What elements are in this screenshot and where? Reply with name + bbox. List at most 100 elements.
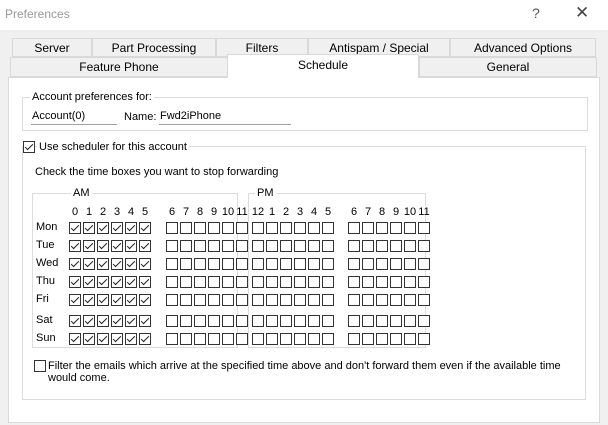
pm-hour-checkbox[interactable]: [348, 333, 360, 345]
pm-hour-checkbox[interactable]: [376, 315, 388, 327]
am-hour-checkbox[interactable]: [69, 240, 81, 252]
am-hour-checkbox[interactable]: [208, 258, 220, 270]
am-hour-checkbox[interactable]: [69, 294, 81, 306]
pm-hour-checkbox[interactable]: [266, 333, 278, 345]
am-hour-checkbox[interactable]: [97, 240, 109, 252]
pm-hour-checkbox[interactable]: [348, 258, 360, 270]
am-hour-checkbox[interactable]: [236, 222, 248, 234]
pm-hour-checkbox[interactable]: [348, 294, 360, 306]
am-hour-checkbox[interactable]: [111, 276, 123, 288]
pm-hour-checkbox[interactable]: [362, 222, 374, 234]
am-hour-checkbox[interactable]: [208, 294, 220, 306]
pm-hour-checkbox[interactable]: [418, 294, 430, 306]
am-hour-checkbox[interactable]: [166, 315, 178, 327]
am-hour-checkbox[interactable]: [125, 315, 137, 327]
am-hour-checkbox[interactable]: [83, 222, 95, 234]
am-hour-checkbox[interactable]: [97, 333, 109, 345]
am-hour-checkbox[interactable]: [166, 258, 178, 270]
am-hour-checkbox[interactable]: [69, 315, 81, 327]
am-hour-checkbox[interactable]: [194, 258, 206, 270]
am-hour-checkbox[interactable]: [180, 240, 192, 252]
use-scheduler-checkbox[interactable]: [23, 141, 35, 153]
tab-general[interactable]: General: [419, 57, 597, 77]
pm-hour-checkbox[interactable]: [322, 222, 334, 234]
pm-hour-checkbox[interactable]: [348, 222, 360, 234]
pm-hour-checkbox[interactable]: [308, 258, 320, 270]
use-scheduler-label[interactable]: Use scheduler for this account: [37, 141, 189, 153]
pm-hour-checkbox[interactable]: [322, 258, 334, 270]
am-hour-checkbox[interactable]: [208, 333, 220, 345]
am-hour-checkbox[interactable]: [111, 294, 123, 306]
pm-hour-checkbox[interactable]: [308, 333, 320, 345]
pm-hour-checkbox[interactable]: [308, 240, 320, 252]
pm-hour-checkbox[interactable]: [322, 333, 334, 345]
pm-hour-checkbox[interactable]: [252, 258, 264, 270]
pm-hour-checkbox[interactable]: [252, 276, 264, 288]
pm-hour-checkbox[interactable]: [322, 240, 334, 252]
pm-hour-checkbox[interactable]: [362, 240, 374, 252]
help-button[interactable]: ?: [532, 5, 540, 21]
pm-hour-checkbox[interactable]: [308, 294, 320, 306]
pm-hour-checkbox[interactable]: [390, 333, 402, 345]
am-hour-checkbox[interactable]: [236, 315, 248, 327]
am-hour-checkbox[interactable]: [139, 315, 151, 327]
pm-hour-checkbox[interactable]: [376, 294, 388, 306]
am-hour-checkbox[interactable]: [97, 315, 109, 327]
am-hour-checkbox[interactable]: [208, 222, 220, 234]
am-hour-checkbox[interactable]: [125, 258, 137, 270]
pm-hour-checkbox[interactable]: [294, 222, 306, 234]
pm-hour-checkbox[interactable]: [252, 294, 264, 306]
am-hour-checkbox[interactable]: [222, 240, 234, 252]
pm-hour-checkbox[interactable]: [294, 294, 306, 306]
pm-hour-checkbox[interactable]: [390, 315, 402, 327]
pm-hour-checkbox[interactable]: [266, 294, 278, 306]
pm-hour-checkbox[interactable]: [322, 294, 334, 306]
am-hour-checkbox[interactable]: [97, 258, 109, 270]
am-hour-checkbox[interactable]: [83, 294, 95, 306]
pm-hour-checkbox[interactable]: [418, 258, 430, 270]
am-hour-checkbox[interactable]: [194, 276, 206, 288]
pm-hour-checkbox[interactable]: [252, 315, 264, 327]
pm-hour-checkbox[interactable]: [418, 276, 430, 288]
pm-hour-checkbox[interactable]: [252, 222, 264, 234]
pm-hour-checkbox[interactable]: [362, 276, 374, 288]
am-hour-checkbox[interactable]: [111, 222, 123, 234]
am-hour-checkbox[interactable]: [222, 276, 234, 288]
pm-hour-checkbox[interactable]: [266, 258, 278, 270]
am-hour-checkbox[interactable]: [236, 240, 248, 252]
am-hour-checkbox[interactable]: [111, 333, 123, 345]
pm-hour-checkbox[interactable]: [404, 294, 416, 306]
am-hour-checkbox[interactable]: [139, 222, 151, 234]
pm-hour-checkbox[interactable]: [362, 294, 374, 306]
am-hour-checkbox[interactable]: [69, 258, 81, 270]
am-hour-checkbox[interactable]: [222, 294, 234, 306]
pm-hour-checkbox[interactable]: [266, 276, 278, 288]
am-hour-checkbox[interactable]: [208, 315, 220, 327]
pm-hour-checkbox[interactable]: [252, 240, 264, 252]
pm-hour-checkbox[interactable]: [376, 240, 388, 252]
pm-hour-checkbox[interactable]: [390, 294, 402, 306]
pm-hour-checkbox[interactable]: [252, 333, 264, 345]
am-hour-checkbox[interactable]: [166, 276, 178, 288]
am-hour-checkbox[interactable]: [166, 240, 178, 252]
am-hour-checkbox[interactable]: [139, 240, 151, 252]
am-hour-checkbox[interactable]: [83, 240, 95, 252]
tab-advanced-options[interactable]: Advanced Options: [450, 38, 596, 57]
pm-hour-checkbox[interactable]: [390, 276, 402, 288]
am-hour-checkbox[interactable]: [180, 294, 192, 306]
am-hour-checkbox[interactable]: [194, 333, 206, 345]
pm-hour-checkbox[interactable]: [280, 276, 292, 288]
pm-hour-checkbox[interactable]: [404, 276, 416, 288]
am-hour-checkbox[interactable]: [194, 294, 206, 306]
pm-hour-checkbox[interactable]: [294, 258, 306, 270]
pm-hour-checkbox[interactable]: [418, 222, 430, 234]
pm-hour-checkbox[interactable]: [280, 258, 292, 270]
am-hour-checkbox[interactable]: [222, 258, 234, 270]
am-hour-checkbox[interactable]: [236, 276, 248, 288]
pm-hour-checkbox[interactable]: [266, 315, 278, 327]
pm-hour-checkbox[interactable]: [294, 333, 306, 345]
am-hour-checkbox[interactable]: [125, 294, 137, 306]
tab-part-processing[interactable]: Part Processing: [92, 38, 216, 57]
am-hour-checkbox[interactable]: [166, 333, 178, 345]
am-hour-checkbox[interactable]: [236, 333, 248, 345]
